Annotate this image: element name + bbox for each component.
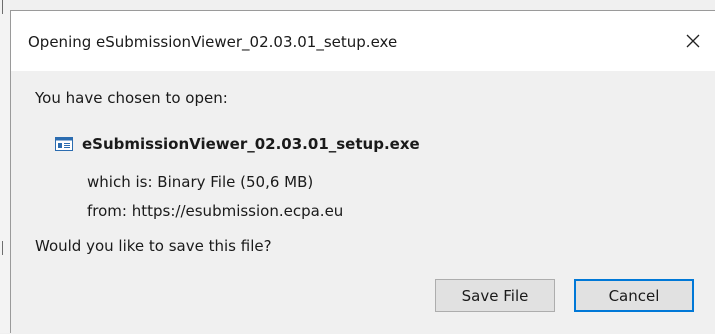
close-icon bbox=[686, 34, 700, 48]
file-source-value: https://esubmission.ecpa.eu bbox=[131, 202, 344, 220]
save-question: Would you like to save this file? bbox=[35, 237, 272, 255]
background-window-edge bbox=[0, 0, 10, 333]
cancel-button[interactable]: Cancel bbox=[574, 279, 694, 312]
background-divider bbox=[2, 241, 3, 255]
background-divider bbox=[2, 0, 3, 14]
save-file-button[interactable]: Save File bbox=[435, 279, 555, 312]
file-name: eSubmissionViewer_02.03.01_setup.exe bbox=[82, 135, 420, 153]
dialog-body: You have chosen to open: eSubmissionView… bbox=[11, 71, 715, 334]
file-type-value: Binary File (50,6 MB) bbox=[157, 173, 314, 191]
dialog-titlebar: Opening eSubmissionViewer_02.03.01_setup… bbox=[11, 11, 715, 71]
dialog-title: Opening eSubmissionViewer_02.03.01_setup… bbox=[28, 33, 398, 51]
file-source-label: from: bbox=[87, 202, 127, 220]
close-button[interactable] bbox=[679, 27, 707, 55]
intro-text: You have chosen to open: bbox=[35, 89, 228, 107]
file-icon bbox=[55, 137, 73, 151]
file-type-row: which is: Binary File (50,6 MB) bbox=[87, 173, 313, 191]
file-source-row: from: https://esubmission.ecpa.eu bbox=[87, 202, 343, 220]
file-type-label: which is: bbox=[87, 173, 153, 191]
download-dialog: Opening eSubmissionViewer_02.03.01_setup… bbox=[10, 10, 715, 333]
